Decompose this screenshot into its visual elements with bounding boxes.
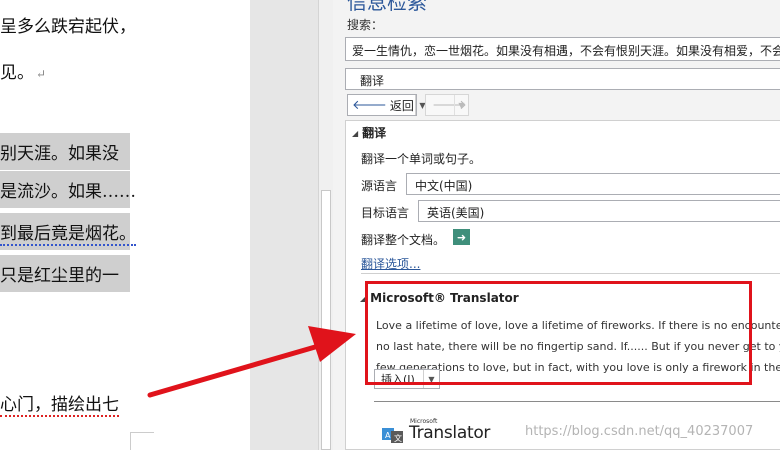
doc-line: 心门，描绘出七 bbox=[0, 395, 119, 417]
source-language-select[interactable]: 中文(中国) bbox=[406, 173, 780, 195]
source-language-label: 源语言 bbox=[361, 179, 398, 193]
annotation-highlight-box bbox=[365, 281, 752, 385]
arrow-left-icon: 🡐 bbox=[352, 98, 387, 113]
back-button[interactable]: 🡐 返回 ▼ bbox=[347, 94, 426, 116]
doc-line-selected: 别天涯。如果没 bbox=[0, 133, 130, 170]
logo-word: Translator bbox=[409, 423, 491, 443]
service-select[interactable]: 翻译 bbox=[345, 68, 780, 90]
doc-line: 呈多么跌宕起伏， bbox=[0, 17, 136, 37]
pane-title: 信息检索 bbox=[347, 0, 427, 14]
translate-document-go-button[interactable]: ➜ bbox=[453, 229, 470, 245]
search-input[interactable]: 爱一生情仇，恋一世烟花。如果没有相遇，不会有恨别天涯。如果没有相爱，不会 bbox=[345, 37, 780, 61]
document-scrollbar[interactable] bbox=[318, 0, 333, 450]
ms-translator-logo: Microsoft A 文 Translator bbox=[382, 418, 502, 446]
paragraph-mark-icon: ↵ bbox=[36, 67, 47, 81]
doc-textbox-edge bbox=[130, 432, 154, 450]
watermark: https://blog.csdn.net/qq_40237007 bbox=[525, 424, 754, 439]
svg-text:A: A bbox=[385, 431, 391, 440]
translate-instruction: 翻译一个单词或句子。 bbox=[361, 152, 482, 166]
target-language-select[interactable]: 英语(美国) bbox=[418, 200, 780, 222]
collapse-triangle-icon[interactable]: ◢ bbox=[352, 129, 358, 138]
doc-line-selected: 到最后竟是烟花。 bbox=[0, 213, 136, 250]
target-language-label: 目标语言 bbox=[361, 206, 410, 220]
translation-options-link[interactable]: 翻译选项... bbox=[361, 255, 420, 272]
translate-document-label: 翻译整个文档。 bbox=[361, 233, 446, 247]
translate-section-heading[interactable]: ◢ 翻译 bbox=[352, 124, 386, 141]
chevron-down-icon[interactable]: ▼ bbox=[454, 95, 468, 115]
forward-button[interactable]: 🡒 ▼ bbox=[425, 94, 469, 116]
doc-line: 见。 ↵ bbox=[0, 63, 47, 83]
svg-text:文: 文 bbox=[394, 433, 402, 443]
back-label: 返回 bbox=[389, 98, 414, 113]
page-gutter bbox=[250, 0, 318, 450]
arrow-right-icon: ➜ bbox=[456, 230, 467, 244]
document-canvas[interactable]: 呈多么跌宕起伏， 见。 ↵ 别天涯。如果没 是流沙。如果…… 到最后竟是烟花。 只… bbox=[0, 0, 250, 450]
scrollbar-thumb[interactable] bbox=[321, 190, 331, 450]
section-divider bbox=[374, 401, 780, 402]
translator-logo-icon: A 文 bbox=[382, 428, 403, 443]
search-label: 搜索： bbox=[347, 18, 384, 32]
doc-line-selected: 是流沙。如果…… bbox=[0, 171, 136, 208]
doc-line-selected: 只是红尘里的一 bbox=[0, 255, 130, 292]
section-divider bbox=[361, 273, 780, 274]
